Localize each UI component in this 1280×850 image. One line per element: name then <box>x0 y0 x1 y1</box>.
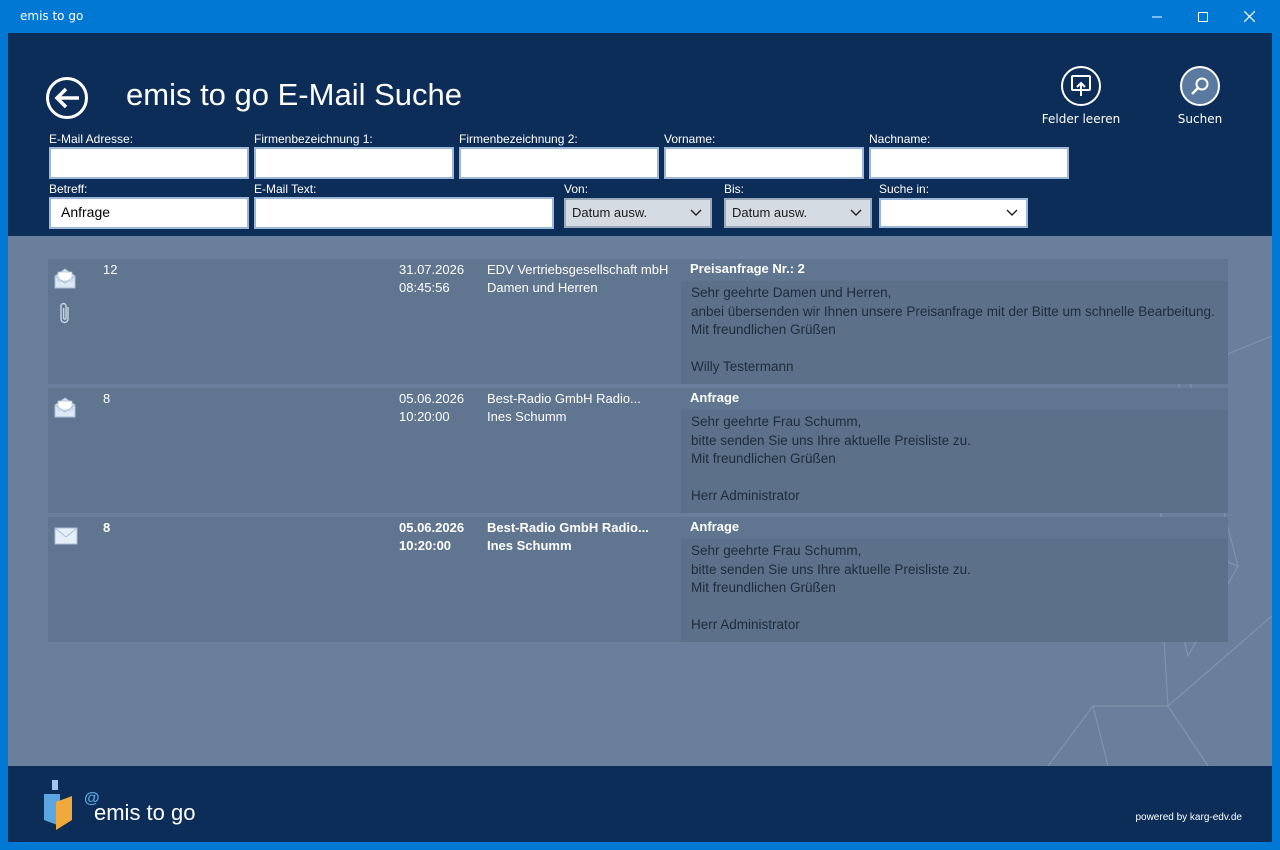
mail-company: EDV Vertriebsgesellschaft mbH <box>487 262 669 277</box>
mail-date: 05.06.2026 <box>399 391 465 406</box>
maximize-icon <box>1198 11 1208 22</box>
mail-body: Sehr geehrte Damen und Herren, anbei übe… <box>681 281 1228 384</box>
mail-body-line: Mit freundlichen Grüßen <box>691 580 836 595</box>
mail-body-line <box>691 469 1218 488</box>
table-row[interactable]: 12 31.07.2026 08:45:56 EDV Vertriebsgese… <box>48 259 1228 384</box>
search-icon <box>1191 77 1209 95</box>
date-from-select[interactable]: Datum ausw. <box>564 198 712 228</box>
attachment-count: 12 <box>103 262 118 277</box>
email-text-label: E-Mail Text: <box>254 182 317 196</box>
mail-contact: Ines Schumm <box>487 538 572 553</box>
email-label: E-Mail Adresse: <box>49 132 134 146</box>
mail-date: 31.07.2026 <box>399 262 465 277</box>
subject-field[interactable]: Anfrage <box>49 197 249 229</box>
date-to-value: Datum ausw. <box>732 205 808 220</box>
minimize-button[interactable] <box>1134 0 1180 33</box>
attachment-count: 8 <box>103 520 111 535</box>
date-to-label: Bis: <box>724 182 745 196</box>
chevron-down-icon <box>850 209 862 216</box>
firstname-field[interactable] <box>664 147 864 179</box>
window-frame-left <box>0 33 8 850</box>
chevron-down-icon <box>1006 209 1018 216</box>
firm2-label: Firmenbezeichnung 2: <box>459 132 578 146</box>
mail-time: 08:45:56 <box>399 280 450 295</box>
mail-body-line <box>691 598 1218 617</box>
subject-label: Betreff: <box>49 182 88 196</box>
mail-body-line: bitte senden Sie uns Ihre aktuelle Preis… <box>691 432 971 448</box>
mail-body-line: Herr Administrator <box>691 617 800 632</box>
mail-subject: Anfrage <box>690 390 740 405</box>
mail-body-line: Sehr geehrte Frau Schumm, <box>691 543 862 558</box>
lastname-field[interactable] <box>869 147 1069 179</box>
envelope-closed-icon <box>54 527 78 545</box>
mail-subject: Anfrage <box>690 519 740 534</box>
mail-body-line: Herr Administrator <box>691 488 800 503</box>
powered-by-text: powered by karg-edv.de <box>1135 812 1242 823</box>
date-from-label: Von: <box>564 182 589 196</box>
search-button[interactable]: Suchen <box>1168 66 1232 126</box>
attachment-count: 8 <box>103 391 111 406</box>
mail-body: Sehr geehrte Frau Schumm, bitte senden S… <box>681 539 1228 642</box>
mail-company: Best-Radio GmbH Radio... <box>487 520 649 535</box>
mail-body-line: Sehr geehrte Frau Schumm, <box>691 414 862 429</box>
mail-body: Sehr geehrte Frau Schumm, bitte senden S… <box>681 410 1228 513</box>
minimize-icon <box>1152 16 1162 17</box>
mail-contact: Damen und Herren <box>487 280 598 295</box>
firm2-field[interactable] <box>459 147 659 179</box>
mail-body-line: anbei übersenden wir Ihnen unsere Preisa… <box>691 303 1215 319</box>
table-row[interactable]: 8 05.06.2026 10:20:00 Best-Radio GmbH Ra… <box>48 388 1228 513</box>
mail-contact: Ines Schumm <box>487 409 567 424</box>
result-list: 12 31.07.2026 08:45:56 EDV Vertriebsgese… <box>8 236 1272 766</box>
firm1-field[interactable] <box>254 147 454 179</box>
logo-icon <box>44 780 72 830</box>
mail-company: Best-Radio GmbH Radio... <box>487 391 641 406</box>
window-frame-right <box>1272 33 1280 850</box>
search-label: Suchen <box>1177 112 1223 126</box>
mail-body-line: Mit freundlichen Grüßen <box>691 451 836 466</box>
window-title: emis to go <box>20 9 84 23</box>
mail-body-line: bitte senden Sie uns Ihre aktuelle Preis… <box>691 561 971 577</box>
search-in-select[interactable] <box>879 198 1028 228</box>
lastname-label: Nachname: <box>869 132 931 146</box>
date-to-select[interactable]: Datum ausw. <box>724 198 872 228</box>
window-titlebar: emis to go <box>0 0 1280 33</box>
mail-subject: Preisanfrage Nr.: 2 <box>690 261 805 276</box>
date-from-value: Datum ausw. <box>572 205 648 220</box>
mail-date: 05.06.2026 <box>399 520 465 535</box>
footer-brand: emis to go <box>94 800 196 825</box>
firstname-label: Vorname: <box>664 132 716 146</box>
app-footer: @ emis to go powered by karg-edv.de <box>8 766 1272 842</box>
clear-fields-icon <box>1071 75 1091 96</box>
page-title: emis to go E-Mail Suche <box>126 77 462 112</box>
email-field[interactable] <box>49 147 249 179</box>
close-icon <box>1243 11 1255 22</box>
mail-body-line <box>691 340 1218 359</box>
chevron-down-icon <box>690 209 702 216</box>
close-button[interactable] <box>1226 0 1272 33</box>
mail-time: 10:20:00 <box>399 409 450 424</box>
clear-fields-label: Felder leeren <box>1041 112 1121 126</box>
arrow-left-icon <box>54 87 79 109</box>
mail-time: 10:20:00 <box>399 538 452 553</box>
mail-body-line: Willy Testermann <box>691 359 794 374</box>
mail-body-line: Sehr geehrte Damen und Herren, <box>691 285 892 300</box>
search-header: emis to go E-Mail Suche Felder leeren Su… <box>8 33 1272 236</box>
firm1-label: Firmenbezeichnung 1: <box>254 132 373 146</box>
envelope-open-icon <box>54 397 76 418</box>
email-text-field[interactable] <box>254 197 554 229</box>
envelope-open-icon <box>54 268 76 289</box>
table-row[interactable]: 8 05.06.2026 10:20:00 Best-Radio GmbH Ra… <box>48 517 1228 642</box>
clear-fields-button[interactable]: Felder leeren <box>1038 66 1124 126</box>
window-frame-bottom <box>0 842 1280 850</box>
back-button[interactable] <box>46 77 88 119</box>
maximize-button[interactable] <box>1180 0 1226 33</box>
search-in-label: Suche in: <box>879 182 930 196</box>
paperclip-icon <box>60 302 69 324</box>
mail-body-line: Mit freundlichen Grüßen <box>691 322 836 337</box>
